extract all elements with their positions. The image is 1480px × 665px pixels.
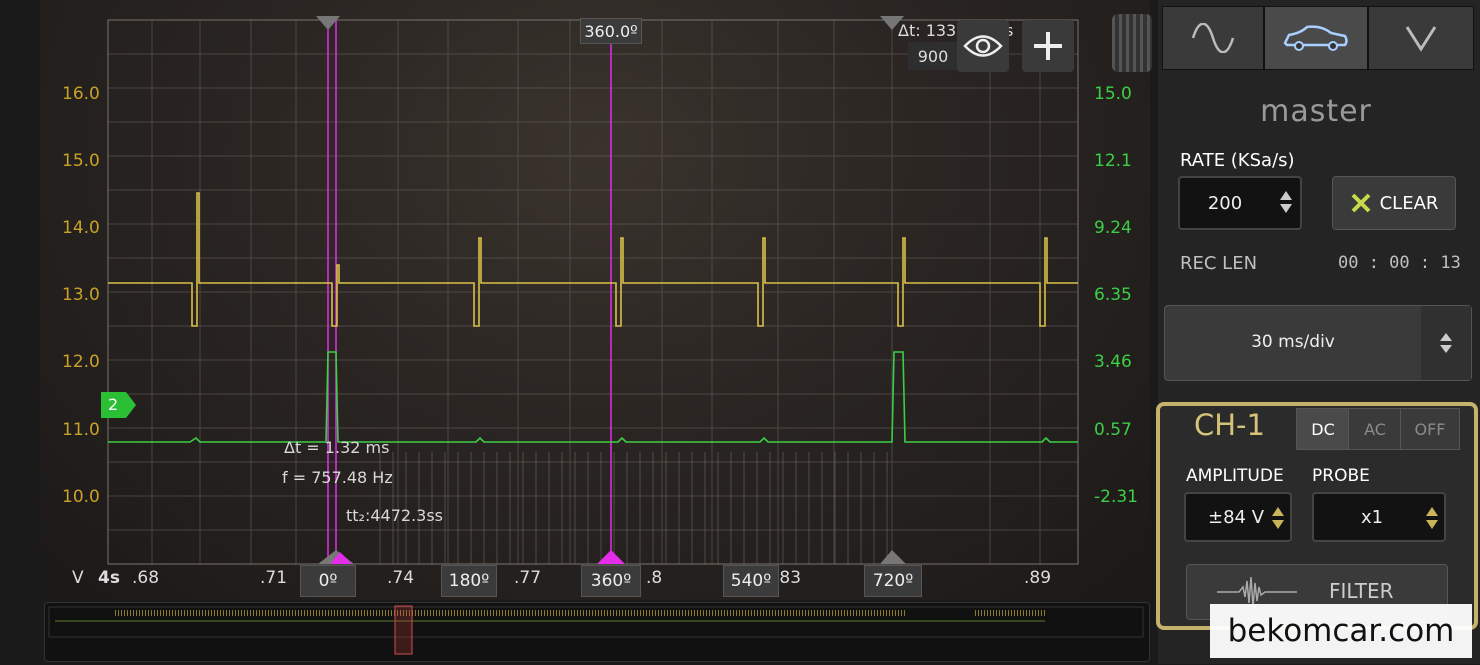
y-right-label: -2.31 bbox=[1094, 487, 1138, 507]
v-icon[interactable] bbox=[1368, 6, 1474, 70]
x-time-unit: 4s bbox=[98, 568, 120, 588]
watermark: bekomcar.com bbox=[1210, 604, 1472, 658]
clear-label: CLEAR bbox=[1379, 192, 1439, 214]
probe-label: PROBE bbox=[1312, 466, 1370, 486]
x-tick-label: .68 bbox=[132, 568, 160, 588]
amplitude-value: ±84 V bbox=[1208, 506, 1265, 528]
filter-label: FILTER bbox=[1329, 579, 1394, 603]
y-right-label: 6.35 bbox=[1094, 285, 1132, 305]
phase-label-180[interactable]: 180º bbox=[441, 565, 497, 597]
channel-title: CH-1 bbox=[1194, 408, 1265, 442]
phase-label-0[interactable]: 0º bbox=[300, 565, 356, 597]
probe-select[interactable]: x1 bbox=[1312, 492, 1446, 542]
x-tick-label: .77 bbox=[514, 568, 542, 588]
coupling-off-tab[interactable]: OFF bbox=[1400, 408, 1460, 450]
phase-label-540[interactable]: 540º bbox=[723, 565, 779, 597]
cursor-angle-label[interactable]: 360.0º bbox=[580, 18, 642, 44]
coupling-ac-tab[interactable]: AC bbox=[1348, 408, 1402, 450]
clear-button[interactable]: CLEAR bbox=[1332, 176, 1456, 230]
channel-2-marker bbox=[101, 392, 136, 418]
close-icon bbox=[1351, 193, 1371, 213]
coupling-dc-tab[interactable]: DC bbox=[1296, 408, 1350, 450]
vertical-scroll-handle[interactable] bbox=[1112, 14, 1152, 72]
ch1-trace bbox=[108, 192, 1078, 327]
phase-label-360[interactable]: 360º bbox=[581, 565, 641, 597]
eye-icon[interactable] bbox=[957, 20, 1009, 72]
y-left-label: 10.0 bbox=[62, 487, 100, 507]
y-right-label: 12.1 bbox=[1094, 151, 1132, 171]
rate-label: RATE (KSa/s) bbox=[1180, 150, 1295, 171]
x-tick-label: .8 bbox=[646, 568, 663, 588]
overview-timeline[interactable] bbox=[44, 602, 1150, 662]
rate-input[interactable]: 200 bbox=[1178, 176, 1302, 230]
amplitude-stepper-icon[interactable] bbox=[1270, 504, 1286, 537]
rate-stepper-icon[interactable] bbox=[1278, 188, 1294, 221]
y-left-label: 13.0 bbox=[62, 285, 100, 305]
probe-stepper-icon[interactable] bbox=[1424, 504, 1440, 537]
channel-1-panel: CH-1 DC AC OFF AMPLITUDE PROBE ±84 V x1 … bbox=[1156, 402, 1478, 630]
rate-value: 200 bbox=[1207, 192, 1243, 214]
measure-frequency: f = 757.48 Hz bbox=[282, 468, 393, 487]
waveform-plot[interactable] bbox=[0, 0, 1150, 600]
timebase-value: 30 ms/div bbox=[1251, 332, 1335, 352]
channel-2-marker-label: 2 bbox=[108, 395, 119, 414]
sine-wave-icon[interactable] bbox=[1162, 6, 1264, 70]
measure-delta-t: Δt = 1.32 ms bbox=[284, 438, 390, 457]
delta-t-readout: Δt: 133 bbox=[898, 21, 957, 40]
y-right-label: 0.57 bbox=[1094, 420, 1132, 440]
timebase-select[interactable]: 30 ms/div bbox=[1164, 305, 1472, 381]
x-tick-label: .74 bbox=[387, 568, 415, 588]
amplitude-select[interactable]: ±84 V bbox=[1184, 492, 1292, 542]
x-unit-label: V bbox=[72, 568, 84, 588]
amplitude-label: AMPLITUDE bbox=[1186, 466, 1284, 486]
car-icon[interactable] bbox=[1264, 6, 1368, 70]
phase-label-720[interactable]: 720º bbox=[864, 565, 922, 597]
y-right-label: 3.46 bbox=[1094, 352, 1132, 372]
rec-len-value: 00 : 00 : 13 bbox=[1338, 253, 1461, 273]
probe-value: x1 bbox=[1361, 506, 1384, 528]
add-icon[interactable] bbox=[1022, 20, 1074, 72]
cursor-handle-bottom-720 bbox=[880, 550, 906, 564]
y-right-label: 9.24 bbox=[1094, 218, 1132, 238]
y-left-label: 16.0 bbox=[62, 84, 100, 104]
x-tick-label: .71 bbox=[260, 568, 288, 588]
y-left-label: 11.0 bbox=[62, 420, 100, 440]
y-right-label: 15.0 bbox=[1094, 84, 1132, 104]
y-left-label: 15.0 bbox=[62, 151, 100, 171]
overview-window bbox=[394, 605, 413, 655]
delta-value-readout: 900 bbox=[908, 42, 958, 70]
x-tick-label: .89 bbox=[1024, 568, 1052, 588]
measure-time: tt₂:4472.3ss bbox=[346, 506, 444, 525]
y-left-label: 12.0 bbox=[62, 352, 100, 372]
timebase-stepper-icon[interactable] bbox=[1421, 306, 1471, 380]
master-title: master bbox=[1260, 94, 1372, 129]
rec-len-label: REC LEN bbox=[1180, 253, 1258, 274]
y-left-label: 14.0 bbox=[62, 218, 100, 238]
